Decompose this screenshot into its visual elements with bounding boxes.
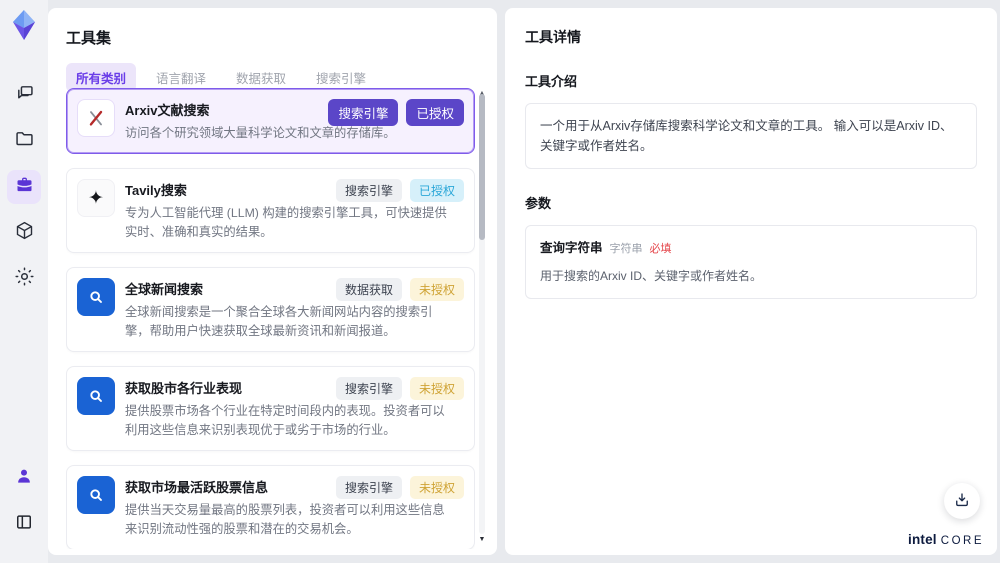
param-type: 字符串 bbox=[609, 243, 643, 255]
download-icon bbox=[953, 491, 971, 512]
tool-card-tavily[interactable]: ✦ Tavily搜索 专为人工智能代理 (LLM) 构建的搜索引擎工具，可快速提… bbox=[66, 168, 475, 254]
auth-status-badge: 未授权 bbox=[409, 476, 464, 500]
category-badge: 搜索引擎 bbox=[328, 99, 399, 126]
category-badge: 搜索引擎 bbox=[335, 179, 402, 203]
intro-heading: 工具介绍 bbox=[525, 74, 578, 89]
intel-core-logo: intel CORE bbox=[908, 532, 984, 547]
sidebar-item-plugins[interactable] bbox=[7, 216, 41, 250]
collapse-panel-icon bbox=[14, 512, 34, 537]
tool-description: 全球新闻搜索是一个聚合全球各大新闻网站内容的搜索引擎，帮助用户快速获取全球最新资… bbox=[125, 305, 433, 339]
blue-search-icon bbox=[77, 476, 115, 515]
param-name: 查询字符串 bbox=[540, 241, 603, 255]
tool-description: 访问各个研究领域大量科学论文和文章的存储库。 bbox=[125, 126, 396, 140]
auth-status-badge: 已授权 bbox=[409, 179, 464, 203]
tool-card-global-news[interactable]: 全球新闻搜索 全球新闻搜索是一个聚合全球各大新闻网站内容的搜索引擎，帮助用户快速… bbox=[66, 267, 475, 353]
tool-description: 提供股票市场各个行业在特定时间段内的表现。投资者可以利用这些信息来识别表现优于或… bbox=[125, 404, 445, 438]
tool-list: Arxiv文献搜索 访问各个研究领域大量科学论文和文章的存储库。 搜索引擎 已授… bbox=[66, 88, 475, 549]
download-button[interactable] bbox=[944, 483, 980, 519]
param-box: 查询字符串 字符串 必填 用于搜索的Arxiv ID、关键字或作者姓名。 bbox=[525, 225, 977, 299]
tool-card-arxiv[interactable]: Arxiv文献搜索 访问各个研究领域大量科学论文和文章的存储库。 搜索引擎 已授… bbox=[66, 88, 475, 155]
sidebar-item-toolbox[interactable] bbox=[7, 170, 41, 204]
gear-icon bbox=[14, 266, 35, 292]
chat-icon bbox=[14, 82, 35, 108]
tools-panel-title: 工具集 bbox=[66, 30, 112, 47]
scrollbar-thumb[interactable] bbox=[479, 94, 485, 240]
params-heading: 参数 bbox=[525, 196, 552, 211]
brand-intel: intel bbox=[908, 532, 937, 547]
auth-status-badge: 未授权 bbox=[409, 377, 464, 401]
auth-status-badge: 已授权 bbox=[406, 99, 464, 126]
icon-rail bbox=[0, 0, 48, 563]
sidebar-item-settings[interactable] bbox=[7, 262, 41, 296]
cube-icon bbox=[14, 220, 35, 246]
app-logo bbox=[9, 8, 39, 42]
blue-search-icon bbox=[77, 377, 115, 416]
tool-description: 专为人工智能代理 (LLM) 构建的搜索引擎工具，可快速提供实时、准确和真实的结… bbox=[125, 206, 447, 240]
category-badge: 搜索引擎 bbox=[335, 476, 402, 500]
tool-card-sector-performance[interactable]: 获取股市各行业表现 提供股票市场各个行业在特定时间段内的表现。投资者可以利用这些… bbox=[66, 366, 475, 452]
auth-status-badge: 未授权 bbox=[409, 278, 464, 302]
sidebar-item-files[interactable] bbox=[7, 124, 41, 158]
tool-list-scrollbar[interactable]: ▲ ▼ bbox=[478, 90, 486, 543]
sidebar-item-account[interactable] bbox=[7, 461, 41, 495]
category-badge: 搜索引擎 bbox=[335, 377, 402, 401]
param-description: 用于搜索的Arxiv ID、关键字或作者姓名。 bbox=[540, 268, 763, 283]
param-required-label: 必填 bbox=[649, 243, 672, 255]
tool-description: 提供当天交易量最高的股票列表，投资者可以利用这些信息来识别流动性强的股票和潜在的… bbox=[125, 503, 445, 537]
details-title: 工具详情 bbox=[525, 29, 581, 45]
intro-text-box: 一个用于从Arxiv存储库搜索科学论文和文章的工具。 输入可以是Arxiv ID… bbox=[525, 103, 977, 169]
brand-core: CORE bbox=[940, 535, 984, 547]
sidebar-item-collapse[interactable] bbox=[7, 507, 41, 541]
tool-details-panel: 工具详情 工具介绍 一个用于从Arxiv存储库搜索科学论文和文章的工具。 输入可… bbox=[505, 8, 997, 555]
category-badge: 数据获取 bbox=[335, 278, 402, 302]
sidebar-item-chat[interactable] bbox=[7, 78, 41, 112]
user-icon bbox=[14, 466, 34, 491]
tools-panel: 工具集 所有类别 语言翻译 数据获取 搜索引擎 Arxiv文献搜索 访问各个研究… bbox=[48, 8, 497, 555]
scroll-down-icon[interactable]: ▼ bbox=[478, 536, 486, 543]
sparkle-icon: ✦ bbox=[77, 179, 115, 218]
tool-card-most-active-stocks[interactable]: 获取市场最活跃股票信息 提供当天交易量最高的股票列表，投资者可以利用这些信息来识… bbox=[66, 465, 475, 549]
folder-icon bbox=[14, 128, 35, 154]
briefcase-icon bbox=[14, 174, 35, 200]
arxiv-logo-icon bbox=[77, 99, 115, 137]
blue-search-icon bbox=[77, 278, 115, 317]
category-tabs: 所有类别 语言翻译 数据获取 搜索引擎 bbox=[48, 48, 497, 92]
